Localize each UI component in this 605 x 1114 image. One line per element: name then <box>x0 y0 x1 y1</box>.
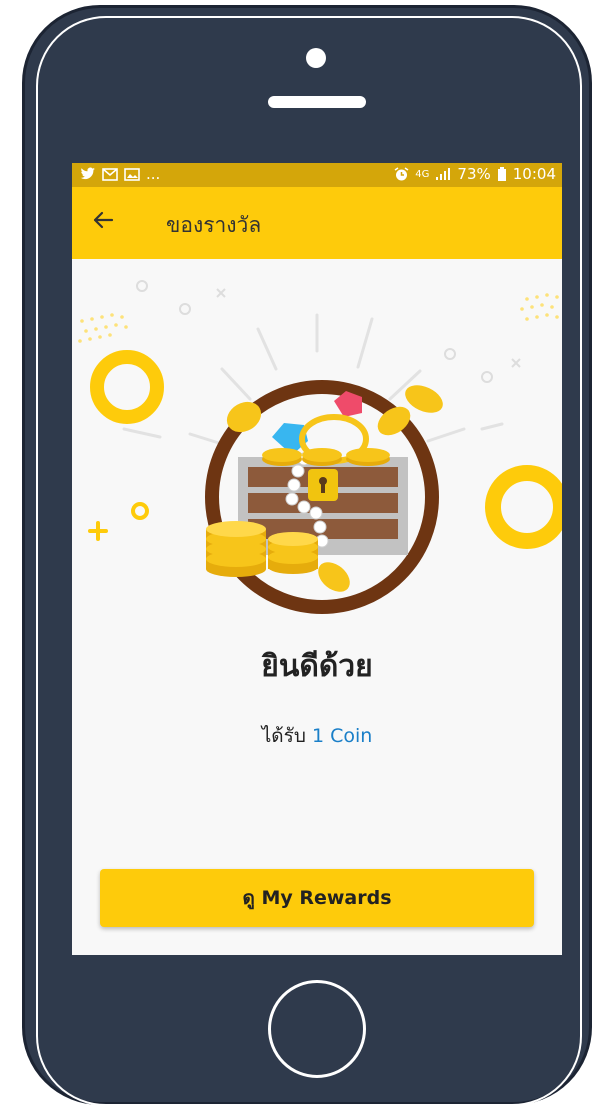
confetti <box>136 280 521 383</box>
phone-screen: ... 4G 73% 10:04 ของรางวัล ยินดีด้วย ได้… <box>72 163 562 955</box>
view-my-rewards-button[interactable]: ดู My Rewards <box>100 869 534 927</box>
twitter-icon <box>80 167 95 180</box>
status-time: 10:04 <box>512 165 556 183</box>
received-prefix: ได้รับ <box>261 725 306 747</box>
yellow-ring-left <box>90 350 164 424</box>
image-icon <box>124 167 140 181</box>
treasure-chest-illustration <box>78 280 562 614</box>
reward-received-text: ได้รับ 1 Coin <box>72 721 562 751</box>
status-indicators: 4G 73% 10:04 <box>394 165 556 183</box>
congrats-heading: ยินดีด้วย <box>261 649 373 684</box>
battery-percent: 73% <box>457 165 491 183</box>
home-button[interactable] <box>268 980 366 1078</box>
gmail-icon <box>102 167 118 181</box>
more-notifications: ... <box>146 165 161 183</box>
back-button[interactable] <box>90 207 120 237</box>
arrow-left-icon <box>93 211 114 229</box>
coin-amount: 1 Coin <box>311 725 373 747</box>
status-bar: ... 4G 73% 10:04 <box>72 163 562 187</box>
app-bar: ของรางวัล <box>72 187 562 259</box>
network-type: 4G <box>415 168 430 180</box>
plus-sign <box>88 521 108 541</box>
signal-icon <box>436 168 451 180</box>
earpiece-speaker <box>268 96 366 108</box>
alarm-icon <box>394 166 409 180</box>
small-ring <box>131 502 149 520</box>
coins-on-chest <box>262 448 390 466</box>
yellow-ring-right <box>485 465 562 549</box>
status-notifications: ... <box>80 165 160 183</box>
page-title: ของรางวัล <box>166 213 262 237</box>
front-camera <box>306 48 326 68</box>
battery-icon <box>497 166 506 181</box>
